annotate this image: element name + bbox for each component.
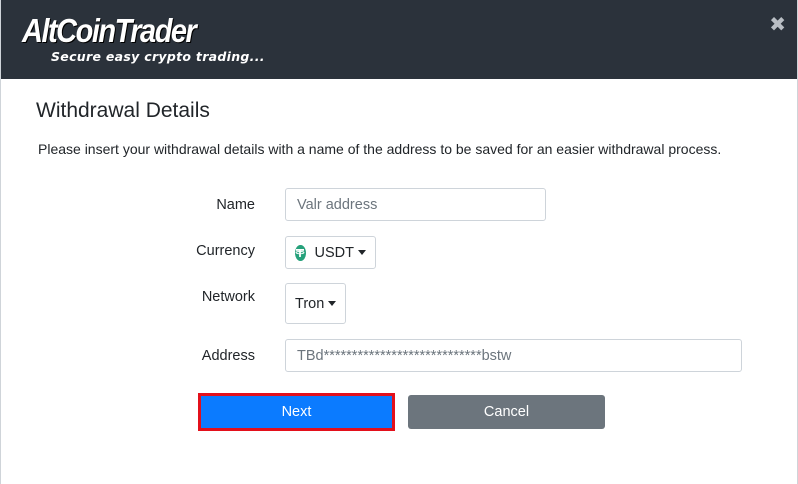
chevron-down-icon: [328, 301, 337, 306]
logo-tagline: Secure easy crypto trading...: [51, 49, 265, 64]
currency-label: Currency: [196, 243, 255, 259]
name-input[interactable]: [285, 188, 546, 221]
address-input[interactable]: [285, 339, 742, 372]
usdt-icon: [295, 244, 306, 261]
network-label: Network: [201, 289, 255, 305]
logo: AltCoinTrader: [22, 13, 197, 50]
chevron-down-icon: [358, 250, 366, 255]
modal-description: Please insert your withdrawal details wi…: [38, 141, 722, 157]
cancel-button[interactable]: Cancel: [408, 395, 605, 429]
withdrawal-modal: AltCoinTrader Secure easy crypto trading…: [0, 0, 798, 484]
next-button[interactable]: Next: [198, 393, 395, 431]
modal-header: AltCoinTrader Secure easy crypto trading…: [1, 0, 797, 79]
currency-dropdown[interactable]: USDT: [285, 236, 376, 269]
network-selected: Tron: [295, 295, 325, 312]
close-icon[interactable]: ✖: [769, 14, 786, 34]
currency-selected: USDT: [314, 244, 354, 261]
network-dropdown[interactable]: Tron: [285, 283, 346, 324]
modal-title: Withdrawal Details: [36, 99, 210, 122]
address-label: Address: [201, 348, 255, 364]
name-label: Name: [216, 197, 255, 213]
